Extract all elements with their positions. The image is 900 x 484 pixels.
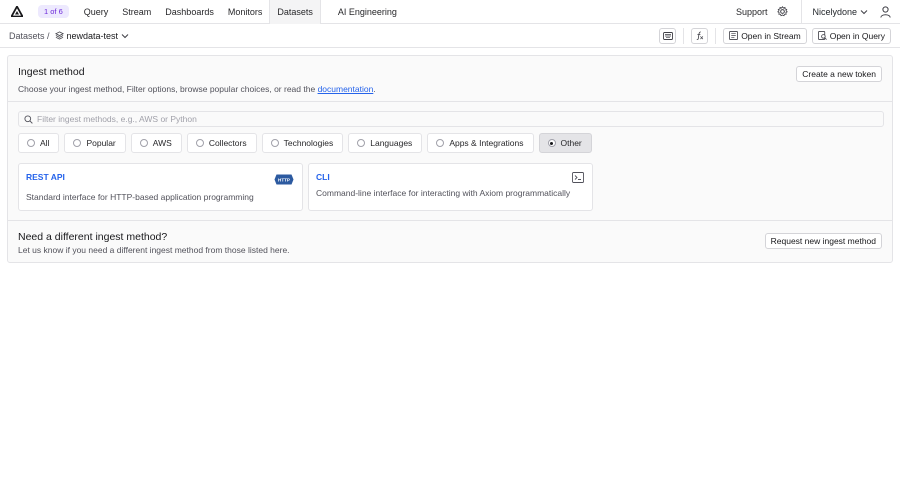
nav-monitors[interactable]: Monitors: [221, 0, 270, 24]
nav-dashboards[interactable]: Dashboards: [158, 0, 221, 24]
ingest-cards: REST API HTTP Standard interface for HTT…: [18, 163, 882, 211]
user-menu[interactable]: Nicelydone: [812, 7, 868, 17]
request-description: Let us know if you need a different inge…: [18, 245, 290, 255]
nav-datasets[interactable]: Datasets: [269, 0, 321, 24]
chip-label: AWS: [152, 138, 172, 148]
layers-icon: [54, 31, 64, 40]
card-description: Command-line interface for interacting w…: [316, 188, 571, 198]
gear-icon[interactable]: [777, 6, 789, 18]
card-cli[interactable]: CLI Command-line interface for interacti…: [308, 163, 593, 211]
card-title: REST API: [26, 172, 65, 182]
radio-icon: [357, 139, 366, 147]
search-icon: [24, 114, 33, 124]
chip-label: Popular: [86, 138, 116, 148]
nav-query[interactable]: Query: [77, 0, 116, 24]
chip-label: All: [40, 138, 50, 148]
search-placeholder: Filter ingest methods, e.g., AWS or Pyth…: [37, 114, 197, 124]
ingest-method-description: Choose your ingest method, Filter option…: [18, 84, 882, 94]
chip-label: Other: [560, 138, 582, 148]
query-icon: [817, 31, 827, 40]
radio-icon: [195, 139, 204, 147]
axiom-logo-icon[interactable]: [8, 3, 26, 21]
card-description: Standard interface for HTTP-based applic…: [26, 192, 254, 202]
card-title: CLI: [316, 172, 330, 182]
nav-divider: [801, 0, 803, 24]
chip-apps-integrations[interactable]: Apps & Integrations: [427, 133, 534, 153]
description-end: .: [373, 84, 376, 94]
description-text: Choose your ingest method, Filter option…: [18, 84, 318, 94]
chip-technologies[interactable]: Technologies: [261, 133, 344, 153]
documentation-link[interactable]: documentation: [318, 84, 374, 94]
user-avatar-icon[interactable]: [880, 5, 892, 18]
radio-icon: [270, 139, 279, 147]
dataset-selector[interactable]: newdata-test: [54, 30, 130, 41]
filter-area: Filter ingest methods, e.g., AWS or Pyth…: [8, 102, 892, 211]
function-icon: [696, 31, 704, 40]
http-icon-text: HTTP: [278, 177, 290, 182]
open-in-query-label: Open in Query: [829, 30, 885, 41]
radio-icon: [436, 139, 445, 147]
nav-stream[interactable]: Stream: [115, 0, 158, 24]
chevron-down-icon: [860, 9, 868, 14]
create-token-button[interactable]: Create a new token: [796, 66, 882, 82]
chip-popular[interactable]: Popular: [64, 133, 126, 153]
toolbar-divider: [683, 27, 685, 44]
chip-label: Collectors: [208, 138, 247, 148]
http-icon: HTTP: [274, 174, 294, 187]
ingest-method-title: Ingest method: [18, 66, 85, 78]
radio-icon: [139, 139, 148, 147]
chip-label: Technologies: [283, 138, 334, 148]
ingest-method-header: Ingest method Choose your ingest method,…: [8, 56, 892, 102]
support-link[interactable]: Support: [736, 7, 768, 17]
radio-icon: [73, 139, 82, 147]
chip-languages[interactable]: Languages: [348, 133, 423, 153]
nav-ai-engineering[interactable]: AI Engineering: [331, 0, 404, 24]
chip-label: Apps & Integrations: [449, 138, 524, 148]
toolbar-divider: [715, 27, 717, 44]
radio-selected-icon: [547, 139, 556, 147]
chip-collectors[interactable]: Collectors: [186, 133, 257, 153]
request-method-section: Need a different ingest method? Let us k…: [8, 220, 892, 262]
function-button[interactable]: [691, 27, 709, 44]
chip-other[interactable]: Other: [538, 133, 592, 153]
open-in-query-button[interactable]: Open in Query: [811, 27, 891, 44]
terminal-icon: [572, 172, 584, 185]
user-name: Nicelydone: [812, 6, 857, 17]
request-button-label: Request new ingest method: [770, 236, 876, 246]
open-in-stream-button[interactable]: Open in Stream: [723, 27, 807, 44]
radio-icon: [27, 139, 35, 147]
open-in-stream-label: Open in Stream: [741, 30, 801, 41]
breadcrumb-datasets[interactable]: Datasets /: [9, 31, 50, 41]
ingest-method-panel: Ingest method Choose your ingest method,…: [7, 55, 893, 263]
keyboard-button[interactable]: [659, 27, 677, 44]
search-input[interactable]: Filter ingest methods, e.g., AWS or Pyth…: [18, 111, 884, 127]
dataset-toolbar: Datasets / newdata-test Open in Stream O…: [0, 24, 900, 48]
chevron-down-icon: [121, 33, 129, 38]
stream-icon: [729, 31, 739, 40]
page-counter-badge: 1 of 6: [38, 5, 69, 18]
chip-aws[interactable]: AWS: [130, 133, 182, 153]
keyboard-icon: [662, 31, 673, 40]
request-title: Need a different ingest method?: [18, 231, 168, 243]
chip-all[interactable]: All: [18, 133, 60, 153]
dataset-name: newdata-test: [66, 30, 119, 41]
create-token-label: Create a new token: [802, 69, 876, 79]
filter-chips: All Popular AWS Collectors Technologies …: [18, 133, 882, 153]
request-new-method-button[interactable]: Request new ingest method: [764, 233, 882, 249]
chip-label: Languages: [370, 138, 413, 148]
top-nav: 1 of 6 Query Stream Dashboards Monitors …: [0, 0, 900, 24]
card-rest-api[interactable]: REST API HTTP Standard interface for HTT…: [18, 163, 303, 211]
